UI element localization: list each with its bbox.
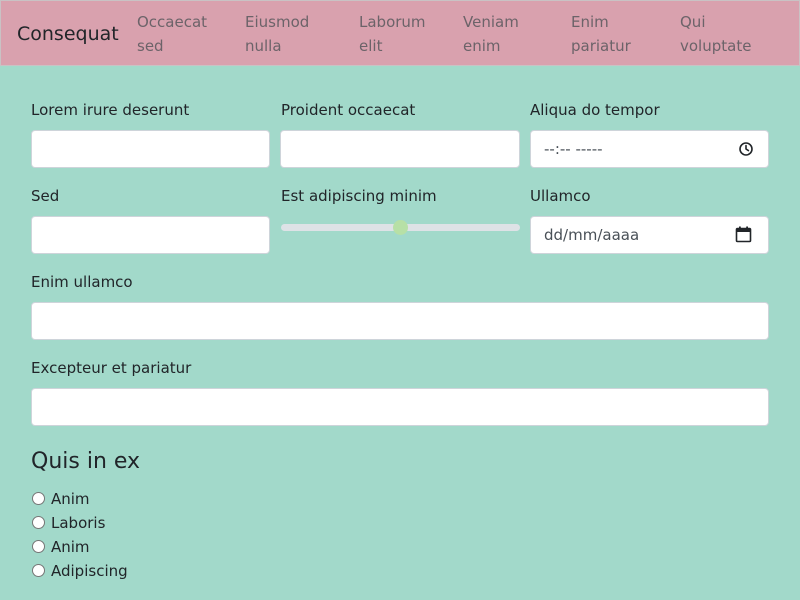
- nav-link-enim-pariatur[interactable]: Enim pariatur: [571, 10, 631, 58]
- radio-label: Adipiscing: [51, 562, 128, 580]
- calendar-icon[interactable]: [735, 226, 752, 243]
- nav-link-line2: sed: [137, 37, 164, 55]
- radio-label: Laboris: [51, 514, 106, 532]
- field-label: Ullamco: [530, 187, 591, 205]
- nav-link-eiusmod-nulla[interactable]: Eiusmod nulla: [245, 10, 309, 58]
- field-label: Est adipiscing minim: [281, 187, 437, 205]
- nav-link-occaecat-sed[interactable]: Occaecat sed: [137, 10, 207, 58]
- nav-link-line1: Laborum: [359, 13, 426, 31]
- field-label: Proident occaecat: [281, 101, 416, 119]
- range-slider-thumb[interactable]: [393, 220, 408, 235]
- nav-link-line2: nulla: [245, 37, 282, 55]
- radio-group-title: Quis in ex: [31, 449, 141, 474]
- navbar-brand[interactable]: Consequat: [17, 20, 119, 48]
- radio-button[interactable]: [32, 516, 45, 529]
- nav-link-laborum-elit[interactable]: Laborum elit: [359, 10, 426, 58]
- radio-label: Anim: [51, 538, 90, 556]
- clock-icon[interactable]: [738, 141, 754, 157]
- radio-label: Anim: [51, 490, 90, 508]
- nav-link-line2: pariatur: [571, 37, 631, 55]
- text-input-enim-ullamco[interactable]: [31, 302, 769, 340]
- radio-button[interactable]: [32, 492, 45, 505]
- date-input[interactable]: dd/mm/aaaa: [530, 216, 769, 254]
- field-label: Sed: [31, 187, 60, 205]
- nav-link-line1: Occaecat: [137, 13, 208, 31]
- field-label: Enim ullamco: [31, 273, 133, 291]
- field-label: Lorem irure deserunt: [31, 101, 190, 119]
- navbar: Consequat Occaecat sed Eiusmod nulla Lab…: [0, 0, 800, 66]
- text-input-excepteur-et-pariatur[interactable]: [31, 388, 769, 426]
- nav-link-line1: Veniam: [463, 13, 519, 31]
- text-input-sed[interactable]: [31, 216, 270, 254]
- nav-link-qui-voluptate[interactable]: Qui voluptate: [680, 10, 751, 58]
- nav-link-line1: Qui: [680, 13, 706, 31]
- field-label: Excepteur et pariatur: [31, 359, 192, 377]
- radio-button[interactable]: [32, 540, 45, 553]
- nav-link-line2: enim: [463, 37, 501, 55]
- nav-link-line1: Enim: [571, 13, 609, 31]
- nav-link-line2: elit: [359, 37, 383, 55]
- time-input[interactable]: --:-- -----: [530, 130, 769, 168]
- date-placeholder: dd/mm/aaaa: [544, 226, 640, 244]
- nav-link-line1: Eiusmod: [245, 13, 310, 31]
- text-input-lorem-irure-deserunt[interactable]: [31, 130, 270, 168]
- text-input-proident-occaecat[interactable]: [280, 130, 520, 168]
- field-label: Aliqua do tempor: [530, 101, 660, 119]
- nav-link-line2: voluptate: [680, 37, 752, 55]
- time-placeholder: --:-- -----: [544, 140, 603, 158]
- radio-button[interactable]: [32, 564, 45, 577]
- nav-link-veniam-enim[interactable]: Veniam enim: [463, 10, 519, 58]
